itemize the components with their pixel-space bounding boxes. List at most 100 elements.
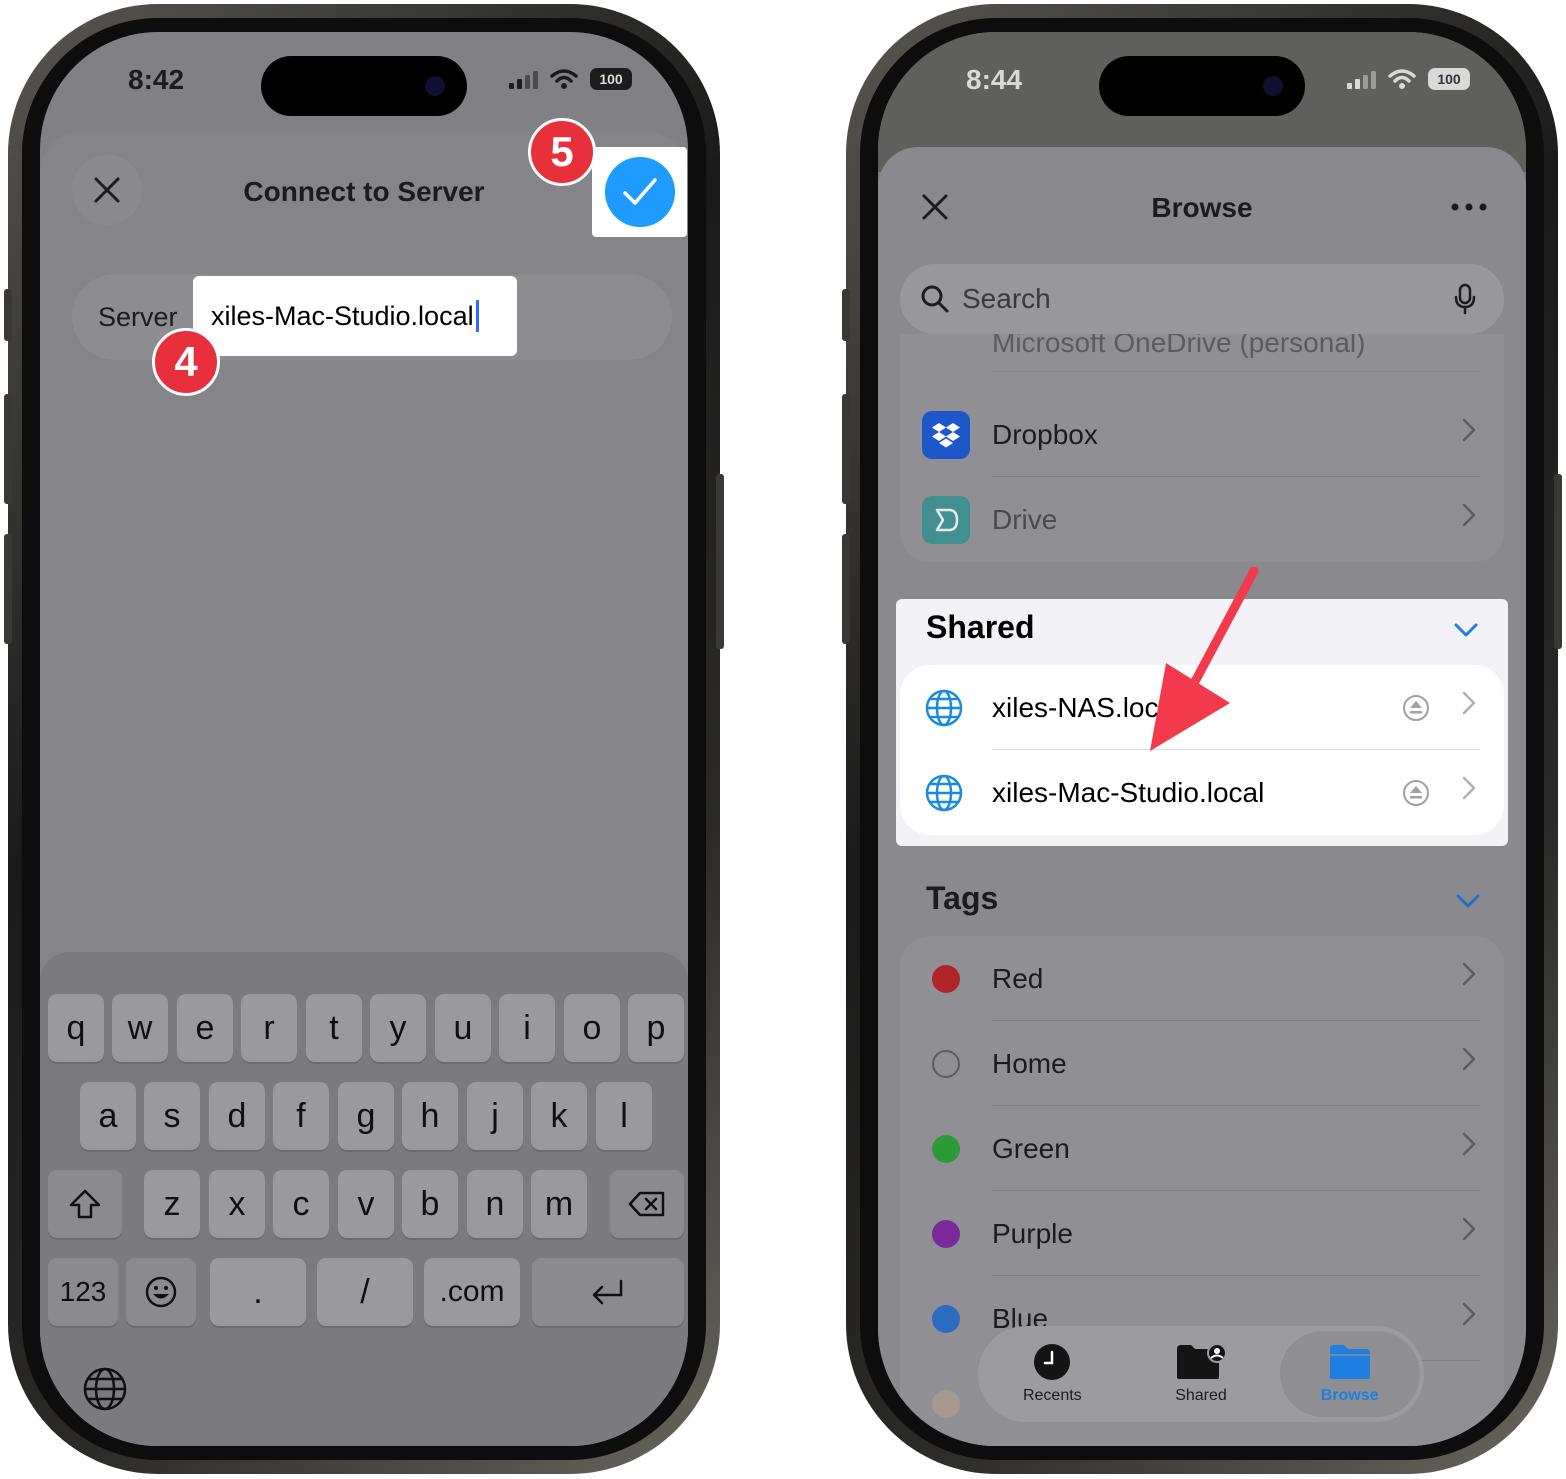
more-button[interactable]	[1434, 172, 1504, 242]
shift-icon	[69, 1189, 101, 1219]
key-j[interactable]: j	[467, 1082, 523, 1150]
tag-color-dot	[932, 1304, 960, 1333]
chevron-right-icon	[1462, 962, 1476, 986]
globe-icon	[83, 1367, 127, 1411]
tag-color-dot	[932, 1049, 960, 1078]
search-icon	[921, 285, 949, 313]
server-label: Server	[98, 302, 178, 332]
tag-row-green[interactable]: Green	[900, 1106, 1504, 1191]
checkmark-icon	[622, 178, 657, 205]
delete-key[interactable]	[610, 1170, 684, 1238]
chevron-right-icon	[1462, 776, 1476, 800]
tag-row-home[interactable]: Home	[900, 1021, 1504, 1106]
key-e[interactable]: e	[177, 994, 233, 1062]
tag-label: Purple	[992, 1217, 1073, 1249]
chevron-down-icon[interactable]	[1456, 894, 1480, 908]
dynamic-island	[1099, 56, 1305, 116]
key-k[interactable]: k	[531, 1082, 587, 1150]
key-w[interactable]: w	[112, 994, 168, 1062]
key-o[interactable]: o	[564, 994, 620, 1062]
key-v[interactable]: v	[338, 1170, 394, 1238]
left-screen: 8:42 100 Connect to Server 5 Server xile…	[40, 32, 688, 1446]
key-u[interactable]: u	[435, 994, 491, 1062]
tag-row-purple[interactable]: Purple	[900, 1191, 1504, 1276]
globe-icon	[925, 689, 963, 726]
status-icons: 100	[509, 68, 632, 90]
emoji-key[interactable]	[126, 1258, 196, 1326]
location-row-drive[interactable]: Drive	[900, 477, 1504, 562]
location-row-onedrive[interactable]: Microsoft OneDrive (personal)	[900, 334, 1504, 372]
chevron-right-icon	[1462, 691, 1476, 715]
key-l[interactable]: l	[596, 1082, 652, 1150]
tab-shared[interactable]: Shared	[1131, 1331, 1271, 1417]
key-x[interactable]: x	[209, 1170, 265, 1238]
key-b[interactable]: b	[402, 1170, 458, 1238]
key-z[interactable]: z	[144, 1170, 200, 1238]
battery-indicator: 100	[1428, 68, 1470, 90]
key-s[interactable]: s	[144, 1082, 200, 1150]
chevron-down-icon[interactable]	[1454, 623, 1478, 637]
location-row-dropbox[interactable]: Dropbox	[900, 392, 1504, 477]
text-caret	[475, 300, 479, 332]
key-m[interactable]: m	[531, 1170, 587, 1238]
confirm-button[interactable]	[604, 157, 675, 227]
tags-header: Tags	[926, 880, 999, 916]
status-icons: 100	[1347, 68, 1470, 90]
tag-label: Green	[992, 1132, 1070, 1164]
keyboard: q w e r t y u i o p a s d f g h j k l z	[40, 952, 688, 1446]
tag-color-dot	[932, 964, 960, 993]
step-badge-5: 5	[528, 118, 596, 186]
eject-icon[interactable]	[1402, 779, 1430, 807]
tab-bar: Recents Shared Browse	[978, 1326, 1424, 1422]
slash-key[interactable]: /	[317, 1258, 413, 1326]
key-c[interactable]: c	[273, 1170, 329, 1238]
shared-folder-icon	[1176, 1343, 1227, 1379]
key-y[interactable]: y	[370, 994, 426, 1062]
return-key[interactable]	[532, 1258, 684, 1326]
key-t[interactable]: t	[306, 994, 362, 1062]
dropbox-icon	[922, 410, 970, 459]
chevron-right-icon	[1462, 418, 1476, 442]
dynamic-island	[261, 56, 467, 116]
server-input-value: xiles-Mac-Studio.local	[211, 300, 474, 331]
dot-key[interactable]: .	[210, 1258, 306, 1326]
right-phone: 8:44 100 Browse Search Microsoft OneDriv…	[842, 4, 1562, 1474]
microphone-icon[interactable]	[1454, 283, 1476, 315]
status-time: 8:44	[966, 64, 1023, 95]
sheet-title: Connect to Server	[243, 176, 485, 207]
dotcom-key[interactable]: .com	[424, 1258, 520, 1326]
eject-icon[interactable]	[1402, 694, 1430, 722]
tag-row-red[interactable]: Red	[900, 936, 1504, 1021]
search-placeholder: Search	[962, 283, 1051, 314]
location-label: Dropbox	[992, 418, 1098, 450]
search-field[interactable]: Search	[900, 264, 1504, 334]
key-n[interactable]: n	[467, 1170, 523, 1238]
numbers-key[interactable]: 123	[48, 1258, 118, 1326]
tab-label: Browse	[1320, 1387, 1379, 1404]
drive-icon	[922, 495, 970, 544]
tab-recents[interactable]: Recents	[982, 1331, 1122, 1417]
ellipsis-icon	[1451, 203, 1487, 211]
shared-header: Shared	[926, 609, 1035, 645]
chevron-right-icon	[1462, 1217, 1476, 1241]
tab-browse[interactable]: Browse	[1279, 1331, 1420, 1417]
emoji-icon	[145, 1276, 177, 1308]
key-i[interactable]: i	[499, 994, 555, 1062]
left-phone: 8:42 100 Connect to Server 5 Server xile…	[4, 4, 724, 1474]
key-p[interactable]: p	[628, 994, 684, 1062]
folder-icon	[1329, 1345, 1370, 1379]
key-r[interactable]: r	[241, 994, 297, 1062]
key-a[interactable]: a	[80, 1082, 136, 1150]
confirm-highlight	[592, 147, 687, 237]
server-input[interactable]: xiles-Mac-Studio.local	[193, 276, 517, 356]
location-label: Drive	[992, 503, 1058, 535]
key-h[interactable]: h	[402, 1082, 458, 1150]
key-q[interactable]: q	[48, 994, 104, 1062]
globe-key[interactable]	[80, 1364, 130, 1414]
shift-key[interactable]	[48, 1170, 122, 1238]
key-g[interactable]: g	[338, 1082, 394, 1150]
clock-icon	[1034, 1344, 1071, 1380]
key-f[interactable]: f	[273, 1082, 329, 1150]
key-d[interactable]: d	[209, 1082, 265, 1150]
chevron-right-icon	[1462, 503, 1476, 527]
